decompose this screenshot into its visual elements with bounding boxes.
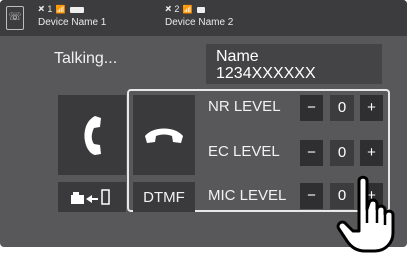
device-name: Device Name 1	[38, 17, 107, 28]
answer-button[interactable]	[58, 95, 126, 175]
mic-level-label: MIC LEVEL	[208, 187, 287, 204]
bluetooth-icon: 🞬	[38, 4, 45, 15]
battery-icon	[70, 6, 85, 13]
caller-info: Name 1234XXXXXX	[206, 44, 382, 84]
device-number: 1	[47, 4, 53, 14]
phone-device-icon[interactable]: ☏	[6, 6, 24, 30]
phone-handset-icon	[84, 116, 101, 155]
call-status: Talking...	[54, 50, 118, 67]
device-name: Device Name 2	[165, 17, 234, 28]
signal-icon: 📶	[182, 5, 193, 14]
device-1-status: 🞬 1 📶 Device Name 1	[38, 3, 106, 29]
bluetooth-icon: 🞬	[165, 4, 172, 15]
nr-level-label: NR LEVEL	[208, 98, 281, 115]
caller-number: 1234XXXXXX	[216, 65, 316, 82]
status-bar: ☏ 🞬 1 📶 Device Name 1 🞬 2 📶 Device Name …	[0, 0, 407, 36]
device-number: 2	[174, 4, 180, 14]
ec-level-increase-button[interactable]: +	[360, 140, 383, 166]
mic-level-decrease-button[interactable]: −	[300, 183, 323, 209]
audio-transfer-button[interactable]	[58, 182, 126, 212]
ec-level-decrease-button[interactable]: −	[300, 140, 323, 166]
pointing-hand-icon	[336, 175, 395, 253]
nr-level-increase-button[interactable]: +	[360, 95, 383, 121]
caller-name: Name	[216, 48, 259, 65]
nr-level-decrease-button[interactable]: −	[300, 95, 323, 121]
audio-transfer-icon	[71, 189, 110, 205]
nr-level-value: 0	[330, 95, 354, 121]
ec-level-label: EC LEVEL	[208, 143, 280, 160]
battery-icon	[197, 6, 206, 13]
device-2-status: 🞬 2 📶 Device Name 2	[165, 3, 233, 29]
dtmf-button[interactable]: DTMF	[133, 182, 195, 212]
signal-icon: 📶	[55, 5, 66, 14]
ec-level-value: 0	[330, 140, 354, 166]
